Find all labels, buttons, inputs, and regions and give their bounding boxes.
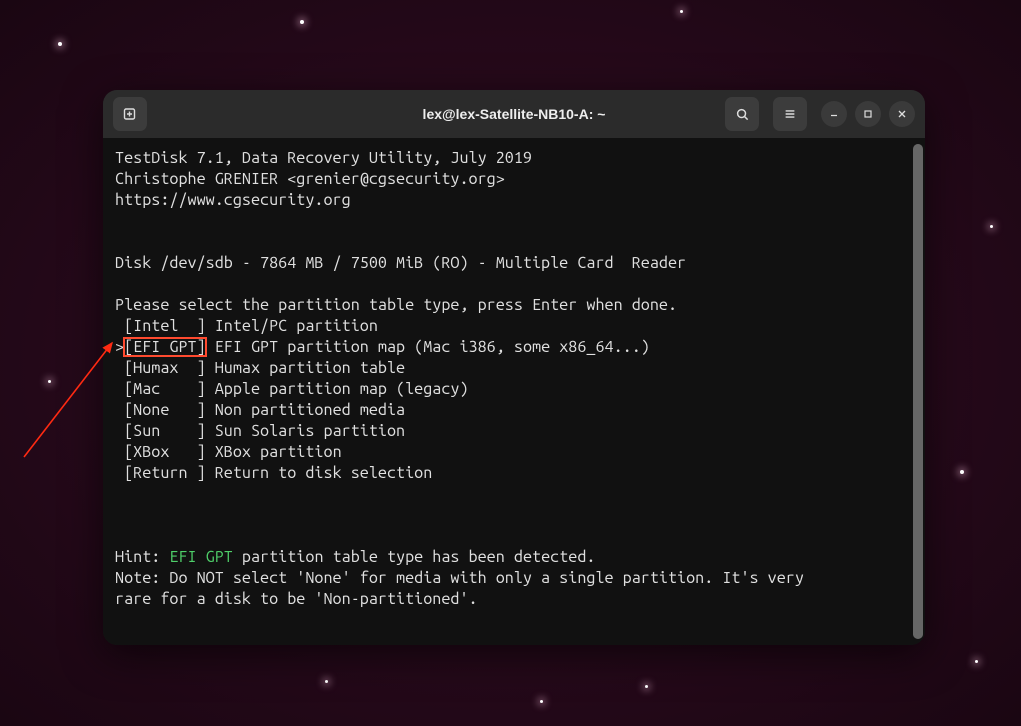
terminal-window: lex@lex-Satellite-NB10-A: ~	[103, 90, 925, 645]
hint-efi-text: EFI GPT	[169, 548, 232, 566]
new-tab-button[interactable]	[113, 97, 147, 131]
note-line-2: rare for a disk to be 'Non-partitioned'.	[115, 590, 478, 608]
menu-item-xbox[interactable]: [XBox ] XBox partition	[115, 443, 342, 461]
search-button[interactable]	[725, 97, 759, 131]
testdisk-author-line: Christophe GRENIER <grenier@cgsecurity.o…	[115, 170, 505, 188]
note-line-1: Note: Do NOT select 'None' for media wit…	[115, 569, 804, 587]
terminal-content[interactable]: TestDisk 7.1, Data Recovery Utility, Jul…	[103, 138, 925, 645]
disk-info-line: Disk /dev/sdb - 7864 MB / 7500 MiB (RO) …	[115, 254, 686, 272]
menu-item-return[interactable]: [Return ] Return to disk selection	[115, 464, 432, 482]
terminal-scrollbar[interactable]	[913, 144, 923, 639]
efi-gpt-highlight: [EFI GPT]	[124, 338, 206, 356]
window-title: lex@lex-Satellite-NB10-A: ~	[423, 106, 606, 122]
menu-item-intel[interactable]: [Intel ] Intel/PC partition	[115, 317, 378, 335]
maximize-button[interactable]	[855, 101, 881, 127]
menu-item-none[interactable]: [None ] Non partitioned media	[115, 401, 405, 419]
close-button[interactable]	[889, 101, 915, 127]
testdisk-url-line: https://www.cgsecurity.org	[115, 191, 351, 209]
hint-line: Hint: EFI GPT partition table type has b…	[115, 548, 595, 566]
select-prompt-line: Please select the partition table type, …	[115, 296, 677, 314]
menu-item-mac[interactable]: [Mac ] Apple partition map (legacy)	[115, 380, 469, 398]
menu-item-humax[interactable]: [Humax ] Humax partition table	[115, 359, 405, 377]
menu-item-efi-gpt[interactable]: >[EFI GPT] EFI GPT partition map (Mac i3…	[115, 338, 650, 356]
terminal-scrollbar-thumb[interactable]	[913, 144, 923, 639]
minimize-button[interactable]	[821, 101, 847, 127]
menu-item-sun[interactable]: [Sun ] Sun Solaris partition	[115, 422, 405, 440]
testdisk-header-line: TestDisk 7.1, Data Recovery Utility, Jul…	[115, 149, 532, 167]
window-titlebar: lex@lex-Satellite-NB10-A: ~	[103, 90, 925, 138]
menu-button[interactable]	[773, 97, 807, 131]
